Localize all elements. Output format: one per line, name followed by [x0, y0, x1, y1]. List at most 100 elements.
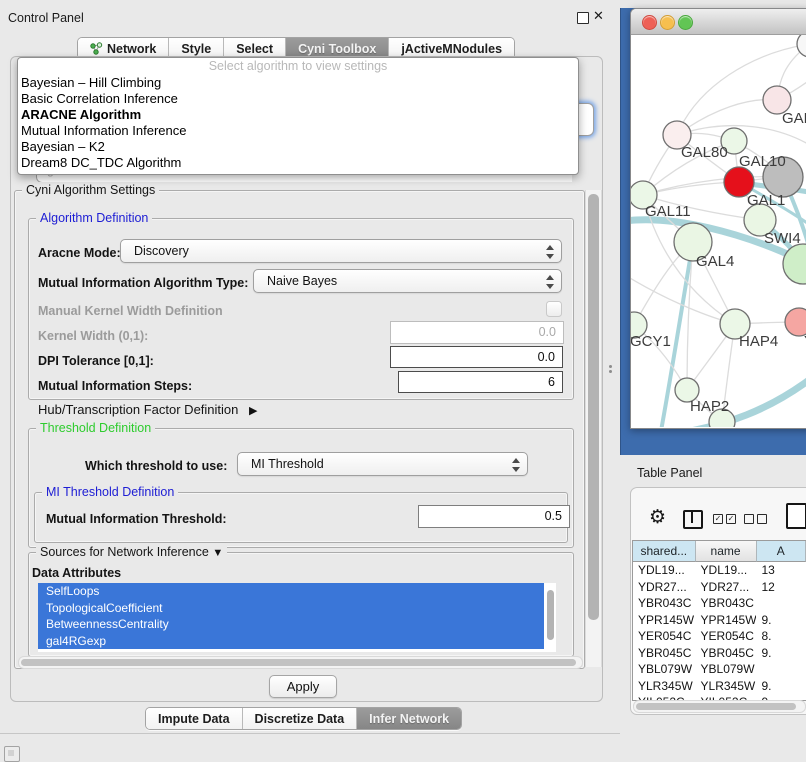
tab-label: jActiveMNodules: [401, 42, 502, 56]
table-cell: 9.: [756, 645, 806, 662]
zoom-traffic-light-icon[interactable]: [678, 15, 693, 30]
table-cell: YDL19...: [633, 562, 696, 579]
table-cell: YBR043C: [633, 595, 696, 612]
table-cell: YER054C: [696, 628, 757, 645]
algorithm-popup-items: Bayesian – Hill ClimbingBasic Correlatio…: [18, 75, 578, 171]
which-threshold-label: Which threshold to use:: [85, 459, 227, 473]
table-row[interactable]: YBL079WYBL079W: [633, 661, 806, 678]
table-row[interactable]: YLR345WYLR345W9.: [633, 678, 806, 695]
table-cell: YBL079W: [696, 661, 757, 678]
table-row[interactable]: YER054CYER054C8.: [633, 628, 806, 645]
aracne-mode-value: Discovery: [134, 244, 189, 258]
checked-checkbox-icon[interactable]: ✓: [713, 514, 723, 524]
panel-bottom-divider: [0, 733, 620, 734]
mi-type-combo[interactable]: Naive Bayes: [253, 269, 562, 293]
table-row[interactable]: YPR145WYPR145W9.: [633, 612, 806, 629]
network-icon: [90, 42, 103, 55]
disclosure-right-icon[interactable]: ▶: [249, 405, 257, 417]
control-panel-title: Control Panel: [8, 11, 84, 25]
cyni-algorithm-settings-title: Cyni Algorithm Settings: [22, 183, 159, 197]
unchecked-checkbox-icon[interactable]: [744, 514, 754, 524]
manual-kernel-label: Manual Kernel Width Definition: [38, 304, 223, 318]
node-label-gal80: GAL80: [681, 144, 728, 161]
kernel-width-field[interactable]: 0.0: [390, 321, 564, 344]
table-cell: 9.: [756, 612, 806, 629]
attribute-item-gal4rgexp[interactable]: gal4RGexp: [38, 633, 544, 650]
mi-threshold-field[interactable]: 0.5: [418, 505, 570, 528]
algorithm-dropdown-popup: Select algorithm to view settings Bayesi…: [17, 57, 579, 175]
settings-horizontal-scrollbar-thumb[interactable]: [21, 659, 576, 666]
attribute-item-selfloops[interactable]: SelfLoops: [38, 583, 544, 600]
attributes-list-scrollbar-thumb[interactable]: [547, 590, 554, 640]
table-cell: 13: [756, 562, 806, 579]
apply-button[interactable]: Apply: [269, 675, 337, 698]
manual-kernel-checkbox[interactable]: [546, 301, 562, 317]
stepper-icon: [545, 245, 554, 259]
attribute-item-betweennesscentrality[interactable]: BetweennessCentrality: [38, 616, 544, 633]
unchecked-checkbox-icon[interactable]: [757, 514, 767, 524]
checked-checkbox-icon[interactable]: ✓: [726, 514, 736, 524]
which-threshold-combo[interactable]: MI Threshold: [237, 452, 528, 476]
network-canvas[interactable]: GALGAL80GAL10GAL1GAL11SWI4GAL4GCY1HAP4YH…: [631, 35, 806, 427]
table-panel-title: Table Panel: [637, 466, 702, 480]
bottom-tab-infer-network[interactable]: Infer Network: [356, 708, 461, 729]
hub-definition-label: Hub/Transcription Factor Definition: [38, 402, 238, 417]
node-table[interactable]: shared...nameA YDL19...YDL19...13YDR27..…: [632, 540, 806, 701]
minimize-traffic-light-icon[interactable]: [660, 15, 675, 30]
column-header-a[interactable]: A: [757, 541, 806, 562]
settings-horizontal-scrollbar[interactable]: [18, 656, 583, 669]
minimized-panel-icon[interactable]: [4, 746, 20, 762]
settings-vertical-scrollbar[interactable]: [585, 190, 602, 667]
aracne-mode-combo[interactable]: Discovery: [120, 239, 562, 263]
bottom-tab-label: Infer Network: [369, 712, 449, 726]
float-window-icon[interactable]: [577, 12, 589, 24]
table-cell: YBL079W: [633, 661, 696, 678]
table-cell: YPR145W: [633, 612, 696, 629]
node-label-swi4: SWI4: [764, 230, 801, 247]
column-header-name[interactable]: name: [696, 541, 757, 562]
dpi-tolerance-field[interactable]: 0.0: [390, 346, 563, 368]
attribute-item-topologicalcoefficient[interactable]: TopologicalCoefficient: [38, 600, 544, 617]
table-row[interactable]: YBR043CYBR043C: [633, 595, 806, 612]
table-cell: YDR27...: [633, 579, 696, 596]
close-traffic-light-icon[interactable]: [642, 15, 657, 30]
table-cell: YER054C: [633, 628, 696, 645]
bottom-tab-label: Discretize Data: [255, 712, 345, 726]
table-horizontal-scrollbar-thumb[interactable]: [636, 703, 796, 710]
mi-type-label: Mutual Information Algorithm Type:: [38, 276, 248, 290]
network-window-titlebar[interactable]: [631, 9, 806, 35]
algorithm-popup-prompt: Select algorithm to view settings: [18, 58, 578, 75]
table-row[interactable]: YDL19...YDL19...13: [633, 562, 806, 579]
sources-group-title[interactable]: Sources for Network Inference ▼: [36, 545, 227, 559]
close-icon[interactable]: ✕: [593, 8, 604, 24]
table-header-row: shared...nameA: [633, 541, 806, 562]
mi-steps-label: Mutual Information Steps:: [38, 379, 192, 393]
bottom-tab-discretize-data[interactable]: Discretize Data: [242, 708, 357, 729]
table-row[interactable]: YBR045CYBR045C9.: [633, 645, 806, 662]
data-attributes-list[interactable]: SelfLoopsTopologicalCoefficientBetweenne…: [38, 583, 556, 652]
hub-definition-toggle[interactable]: Hub/Transcription Factor Definition ▶: [38, 402, 257, 417]
tab-label: Cyni Toolbox: [298, 42, 376, 56]
algorithm-option-dream8-dc-tdc-algorithm[interactable]: Dream8 DC_TDC Algorithm: [18, 155, 578, 171]
bottom-tabs: Impute Data Discretize Data Infer Network: [145, 707, 462, 730]
bottom-tab-impute-data[interactable]: Impute Data: [146, 708, 242, 729]
table-horizontal-scrollbar[interactable]: [633, 700, 806, 713]
network-node-y[interactable]: [785, 308, 806, 336]
disclosure-down-icon[interactable]: ▼: [212, 547, 223, 559]
settings-vertical-scrollbar-thumb[interactable]: [588, 194, 599, 620]
algorithm-option-bayesian-k2[interactable]: Bayesian – K2: [18, 139, 578, 155]
tab-label: Style: [181, 42, 211, 56]
panel-divider-grip[interactable]: [608, 365, 613, 374]
algorithm-option-mutual-information-inference[interactable]: Mutual Information Inference: [18, 123, 578, 139]
algorithm-option-aracne-algorithm[interactable]: ARACNE Algorithm: [18, 107, 578, 123]
column-layout-icon[interactable]: [683, 510, 703, 529]
gear-icon[interactable]: ⚙: [649, 506, 666, 529]
table-cell: [756, 661, 806, 678]
desktop-top-strip: [620, 0, 806, 8]
column-header-shared[interactable]: shared...: [633, 541, 696, 562]
mi-steps-field[interactable]: 6: [398, 371, 563, 393]
table-row[interactable]: YDR27...YDR27...12: [633, 579, 806, 596]
algorithm-option-bayesian-hill-climbing[interactable]: Bayesian – Hill Climbing: [18, 75, 578, 91]
document-icon[interactable]: [786, 503, 806, 529]
algorithm-option-basic-correlation-inference[interactable]: Basic Correlation Inference: [18, 91, 578, 107]
